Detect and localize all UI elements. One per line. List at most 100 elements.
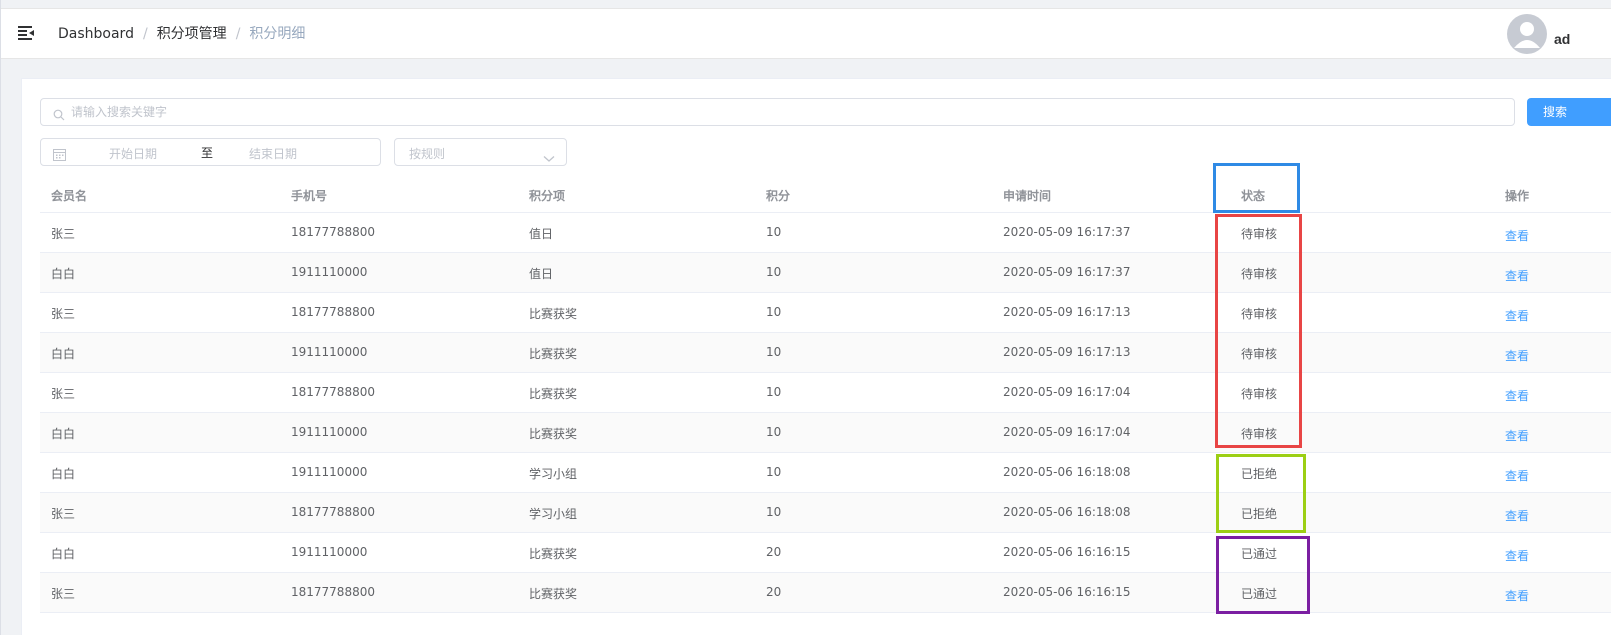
search-icon [53, 106, 65, 125]
cell-time: 2020-05-09 16:17:04 [1003, 385, 1131, 399]
cell-item: 比赛获奖 [529, 307, 578, 321]
view-link[interactable]: 查看 [1505, 507, 1529, 524]
cell-phone: 18177788800 [291, 505, 375, 519]
header-status[interactable]: 状态 [1241, 187, 1265, 204]
cell-member: 张三 [51, 507, 76, 521]
table-row[interactable]: 张三 18177788800 比赛获奖 10 2020-05-09 16:17:13 待审… [40, 293, 1611, 333]
table-header: 会员名 手机号 积分项 积分 申请时间 状态 操作 [40, 174, 1611, 213]
header-phone[interactable]: 手机号 [291, 187, 327, 204]
cell-points: 10 [766, 265, 782, 279]
chevron-down-icon [543, 148, 555, 167]
cell-time: 2020-05-09 16:17:37 [1003, 265, 1131, 279]
cell-points: 10 [766, 225, 782, 239]
window-top-strip [0, 0, 1611, 8]
search-input[interactable] [40, 98, 1515, 126]
cell-time: 2020-05-06 16:16:15 [1003, 545, 1131, 559]
table-row[interactable]: 张三 18177788800 值日 10 2020-05-09 16:17:37 待审核 查… [40, 213, 1611, 253]
cell-member: 张三 [51, 587, 76, 601]
cell-time: 2020-05-09 16:17:37 [1003, 225, 1131, 239]
cell-item: 值日 [529, 267, 554, 281]
table-row[interactable]: 张三 18177788800 比赛获奖 10 2020-05-09 16:17:04 待审… [40, 373, 1611, 413]
cell-item: 学习小组 [529, 507, 578, 521]
cell-points: 10 [766, 305, 782, 319]
cell-points: 20 [766, 545, 782, 559]
navbar: Dashboard / 积分项管理 / 积分明细 ad [1, 9, 1611, 59]
breadcrumb-separator: / [235, 26, 241, 42]
cell-status: 已拒绝 [1241, 467, 1278, 481]
header-time[interactable]: 申请时间 [1003, 187, 1051, 204]
table-row[interactable]: 白白 1911110000 值日 10 2020-05-09 16:17:37 待审核 查看 [40, 253, 1611, 293]
cell-status: 已通过 [1241, 547, 1278, 561]
table-row[interactable]: 张三 18177788800 学习小组 10 2020-05-06 16:18:08 已拒… [40, 493, 1611, 533]
cell-time: 2020-05-09 16:17:13 [1003, 345, 1131, 359]
view-link[interactable]: 查看 [1505, 547, 1529, 564]
cell-member: 白白 [51, 347, 76, 361]
sidebar-edge [0, 0, 1, 635]
cell-points: 10 [766, 385, 782, 399]
cell-item: 比赛获奖 [529, 587, 578, 601]
table-row[interactable]: 白白 1911110000 比赛获奖 20 2020-05-06 16:16:15 已通过… [40, 533, 1611, 573]
cell-phone: 1911110000 [291, 465, 368, 479]
cell-member: 白白 [51, 547, 76, 561]
breadcrumb-points-management[interactable]: 积分项管理 [157, 26, 227, 42]
cell-item: 值日 [529, 227, 554, 241]
header-points[interactable]: 积分 [766, 187, 790, 204]
cell-phone: 1911110000 [291, 425, 368, 439]
breadcrumb-separator: / [142, 26, 148, 42]
cell-member: 白白 [51, 427, 76, 441]
cell-phone: 18177788800 [291, 385, 375, 399]
user-avatar[interactable] [1507, 14, 1547, 54]
view-link[interactable]: 查看 [1505, 227, 1529, 244]
table-row[interactable]: 白白 1911110000 比赛获奖 10 2020-05-09 16:17:13 待审核… [40, 333, 1611, 373]
table-row[interactable]: 张三 18177788800 比赛获奖 20 2020-05-06 16:16:15 已通… [40, 573, 1611, 613]
rule-select[interactable]: 按规则 [394, 138, 567, 166]
cell-member: 张三 [51, 227, 76, 241]
view-link[interactable]: 查看 [1505, 347, 1529, 364]
rule-select-placeholder: 按规则 [409, 147, 446, 161]
cell-points: 10 [766, 465, 782, 479]
cell-time: 2020-05-09 16:17:04 [1003, 425, 1131, 439]
start-date-input[interactable]: 开始日期 [109, 145, 157, 162]
cell-time: 2020-05-06 16:18:08 [1003, 505, 1131, 519]
breadcrumb-dashboard[interactable]: Dashboard [58, 26, 134, 42]
date-range-separator: 至 [201, 146, 214, 160]
cell-phone: 1911110000 [291, 345, 368, 359]
cell-status: 待审核 [1241, 347, 1278, 361]
view-link[interactable]: 查看 [1505, 387, 1529, 404]
end-date-input[interactable]: 结束日期 [249, 145, 297, 162]
date-range-picker[interactable]: 开始日期 至 结束日期 [40, 138, 381, 166]
cell-item: 比赛获奖 [529, 347, 578, 361]
cell-points: 10 [766, 425, 782, 439]
header-member[interactable]: 会员名 [51, 187, 87, 204]
view-link[interactable]: 查看 [1505, 467, 1529, 484]
table-row[interactable]: 白白 1911110000 比赛获奖 10 2020-05-09 16:17:04 待审核… [40, 413, 1611, 453]
cell-member: 白白 [51, 467, 76, 481]
header-action[interactable]: 操作 [1505, 187, 1529, 204]
view-link[interactable]: 查看 [1505, 427, 1529, 444]
cell-item: 比赛获奖 [529, 387, 578, 401]
view-link[interactable]: 查看 [1505, 307, 1529, 324]
breadcrumb-points-detail: 积分明细 [249, 26, 306, 42]
table-row[interactable]: 白白 1911110000 学习小组 10 2020-05-06 16:18:08 已拒绝… [40, 453, 1611, 493]
breadcrumb: Dashboard / 积分项管理 / 积分明细 [58, 25, 305, 43]
search-text-field[interactable] [71, 102, 1471, 122]
cell-phone: 18177788800 [291, 225, 375, 239]
cell-status: 待审核 [1241, 427, 1278, 441]
cell-time: 2020-05-06 16:16:15 [1003, 585, 1131, 599]
cell-phone: 18177788800 [291, 585, 375, 599]
cell-phone: 1911110000 [291, 545, 368, 559]
calendar-icon [53, 146, 66, 165]
cell-member: 张三 [51, 307, 76, 321]
view-link[interactable]: 查看 [1505, 267, 1529, 284]
cell-points: 10 [766, 505, 782, 519]
search-button[interactable]: 搜索 [1527, 98, 1611, 126]
cell-time: 2020-05-09 16:17:13 [1003, 305, 1131, 319]
cell-phone: 1911110000 [291, 265, 368, 279]
cell-item: 学习小组 [529, 467, 578, 481]
header-item[interactable]: 积分项 [529, 187, 565, 204]
hamburger-icon[interactable] [18, 26, 34, 40]
view-link[interactable]: 查看 [1505, 587, 1529, 604]
cell-status: 已拒绝 [1241, 507, 1278, 521]
cell-points: 20 [766, 585, 782, 599]
user-name[interactable]: ad [1554, 31, 1570, 47]
